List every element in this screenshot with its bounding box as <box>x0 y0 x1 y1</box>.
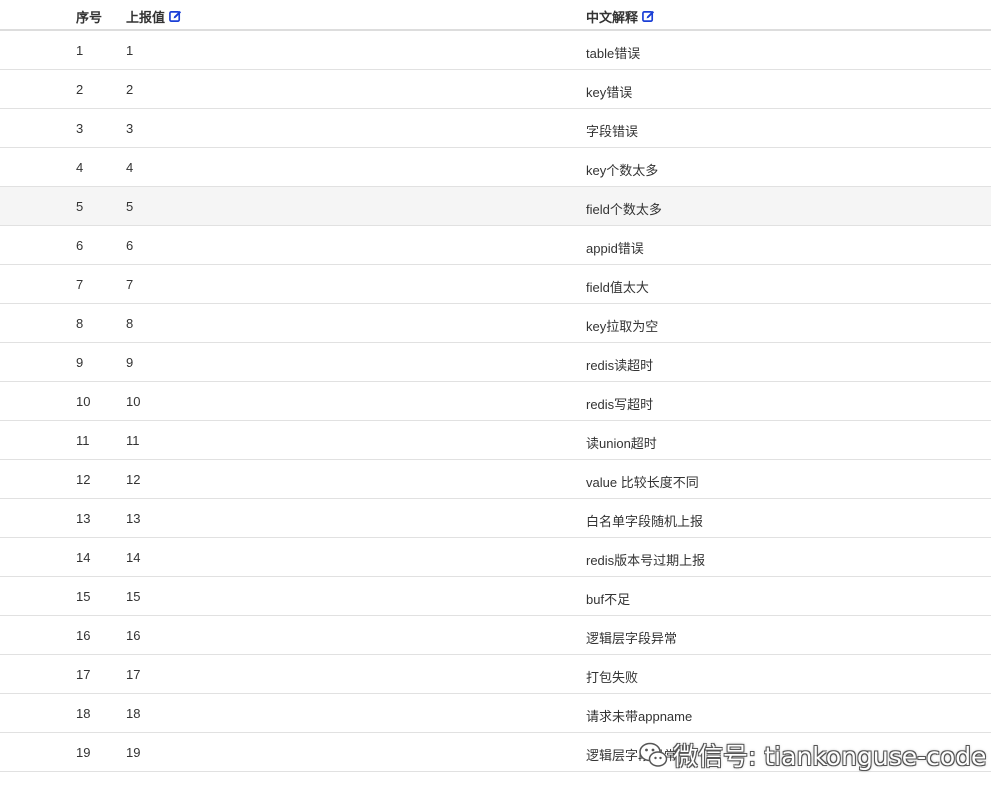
cell-index: 17 <box>76 667 91 682</box>
cell-desc: key个数太多 <box>586 163 659 178</box>
cell-index: 1 <box>76 43 84 58</box>
cell-desc: key拉取为空 <box>586 319 659 334</box>
cell-desc: redis写超时 <box>586 397 654 412</box>
cell-desc: 读union超时 <box>586 436 657 451</box>
cell-index: 8 <box>76 316 84 331</box>
cell-value: 19 <box>126 745 141 760</box>
cell-desc: field值太大 <box>586 280 649 295</box>
cell-desc: 打包失败 <box>586 670 639 685</box>
cell-value: 5 <box>126 199 134 214</box>
cell-index: 13 <box>76 511 91 526</box>
watermark-text: 微信号: tiankonguse-code <box>673 742 987 771</box>
header-index: 序号 <box>76 10 103 25</box>
cell-desc: redis读超时 <box>586 358 654 373</box>
cell-desc: table错误 <box>586 46 641 61</box>
table-row: 6 6 appid错误 <box>0 226 991 265</box>
cell-value: 4 <box>126 160 134 175</box>
table-row: 9 9 redis读超时 <box>0 343 991 382</box>
cell-desc: buf不足 <box>586 592 631 607</box>
cell-index: 18 <box>76 706 91 721</box>
edit-icon[interactable] <box>642 10 655 23</box>
cell-value: 9 <box>126 355 134 370</box>
cell-value: 16 <box>126 628 141 643</box>
wechat-logo-icon <box>639 742 668 767</box>
cell-index: 7 <box>76 277 84 292</box>
table-row: 5 5 field个数太多 <box>0 187 991 226</box>
table-row: 7 7 field值太大 <box>0 265 991 304</box>
cell-value: 14 <box>126 550 141 565</box>
cell-index: 9 <box>76 355 84 370</box>
table-row: 10 10 redis写超时 <box>0 382 991 421</box>
cell-index: 15 <box>76 589 91 604</box>
table-row: 17 17 打包失败 <box>0 655 991 694</box>
cell-value: 7 <box>126 277 134 292</box>
cell-index: 11 <box>76 433 90 448</box>
cell-value: 13 <box>126 511 141 526</box>
cell-value: 2 <box>126 82 134 97</box>
cell-index: 3 <box>76 121 84 136</box>
cell-value: 18 <box>126 706 141 721</box>
cell-index: 10 <box>76 394 91 409</box>
cell-desc: appid错误 <box>586 241 644 256</box>
table-row: 1 1 table错误 <box>0 31 991 70</box>
watermark: 微信号: tiankonguse-code <box>637 735 986 775</box>
cell-desc: 字段错误 <box>586 124 639 139</box>
cell-value: 17 <box>126 667 141 682</box>
cell-desc: 白名单字段随机上报 <box>586 514 704 529</box>
table-row: 2 2 key错误 <box>0 70 991 109</box>
table-row: 4 4 key个数太多 <box>0 148 991 187</box>
cell-index: 5 <box>76 199 84 214</box>
table-row: 15 15 buf不足 <box>0 577 991 616</box>
cell-index: 6 <box>76 238 84 253</box>
cell-index: 2 <box>76 82 84 97</box>
cell-value: 11 <box>126 433 140 448</box>
table-body: 1 1 table错误 2 2 key错误 3 3 字段错误 4 4 key个数太多 5 5 field个数… <box>0 31 991 772</box>
cell-index: 19 <box>76 745 91 760</box>
table-row: 13 13 白名单字段随机上报 <box>0 499 991 538</box>
cell-desc: key错误 <box>586 85 633 100</box>
table-header: 序号 上报值 中文解释 <box>0 0 991 31</box>
cell-value: 12 <box>126 472 141 487</box>
data-table: 序号 上报值 中文解释 1 1 table错误 2 2 key错误 3 3 字段错误 4 4 key个… <box>0 0 991 772</box>
cell-value: 10 <box>126 394 141 409</box>
header-value: 上报值 <box>126 7 182 26</box>
table-row: 8 8 key拉取为空 <box>0 304 991 343</box>
table-row: 11 11 读union超时 <box>0 421 991 460</box>
cell-value: 6 <box>126 238 134 253</box>
cell-index: 12 <box>76 472 91 487</box>
cell-desc: 逻辑层字段异常 <box>586 631 678 646</box>
cell-desc: value 比较长度不同 <box>586 475 699 490</box>
cell-desc: redis版本号过期上报 <box>586 553 706 568</box>
table-row: 16 16 逻辑层字段异常 <box>0 616 991 655</box>
cell-index: 4 <box>76 160 84 175</box>
table-row: 14 14 redis版本号过期上报 <box>0 538 991 577</box>
cell-value: 8 <box>126 316 134 331</box>
cell-desc: field个数太多 <box>586 202 662 217</box>
edit-icon[interactable] <box>169 10 182 23</box>
cell-value: 15 <box>126 589 141 604</box>
cell-value: 1 <box>126 43 134 58</box>
cell-index: 14 <box>76 550 91 565</box>
table-row: 12 12 value 比较长度不同 <box>0 460 991 499</box>
cell-desc: 请求未带appname <box>586 709 693 724</box>
header-desc: 中文解释 <box>586 7 655 26</box>
table-row: 18 18 请求未带appname <box>0 694 991 733</box>
cell-index: 16 <box>76 628 91 643</box>
cell-value: 3 <box>126 121 134 136</box>
table-row: 3 3 字段错误 <box>0 109 991 148</box>
